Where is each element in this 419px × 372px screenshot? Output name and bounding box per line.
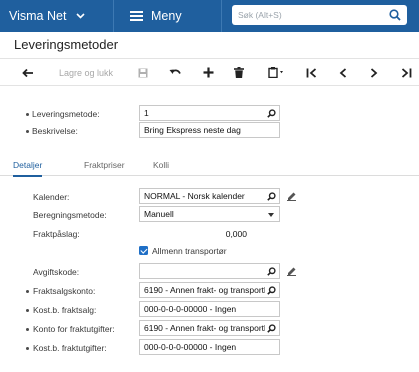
clipboard-icon [268, 67, 283, 78]
floppy-icon [138, 68, 148, 77]
tab-detaljer[interactable]: Detaljer [13, 158, 43, 177]
brand-label: Visma Net [9, 9, 67, 23]
previous-record-button[interactable] [333, 59, 353, 86]
first-record-button[interactable] [301, 59, 321, 86]
lookup-search-icon[interactable] [267, 286, 276, 297]
next-record-button[interactable] [364, 59, 384, 86]
menu-label: Meny [151, 9, 182, 23]
required-marker [26, 290, 29, 293]
last-record-icon [401, 67, 411, 78]
beskrivelse-field[interactable]: Bring Ekspress neste dag [139, 122, 280, 138]
global-search [232, 5, 407, 25]
last-record-button[interactable] [396, 59, 416, 86]
fraktpaslag-value[interactable]: 0,000 [200, 229, 247, 239]
kalender-value: NORMAL - Norsk kalender [144, 191, 245, 201]
chevron-down-icon [76, 10, 86, 22]
beskrivelse-value: Bring Ekspress neste dag [144, 125, 241, 135]
next-record-icon [370, 67, 378, 78]
lookup-search-icon[interactable] [267, 192, 276, 203]
search-icon[interactable] [389, 9, 401, 23]
konto-fraktutgifter-field[interactable]: 6190 - Annen frakt- og transportk [139, 320, 280, 336]
add-button[interactable] [198, 59, 218, 86]
lookup-search-icon[interactable] [267, 324, 276, 335]
dropdown-caret-icon [268, 213, 274, 217]
delete-button[interactable] [229, 59, 249, 86]
allmenn-transportor-label: Allmenn transportør [152, 246, 227, 256]
fraktsalgskonto-value: 6190 - Annen frakt- og transportk [144, 285, 265, 295]
allmenn-transportor-checkbox[interactable] [139, 246, 148, 255]
edit-pencil-icon[interactable] [286, 266, 297, 278]
kostb-fraktsalg-field[interactable]: 000-0-0-0-00000 - Ingen [139, 301, 280, 317]
first-record-icon [306, 67, 316, 78]
required-marker [26, 130, 29, 133]
beregningsmetode-select[interactable]: Manuell [139, 206, 280, 222]
kostb-fraktutgifter-field[interactable]: 000-0-0-0-00000 - Ingen [139, 339, 280, 355]
lookup-search-icon[interactable] [267, 109, 276, 120]
leveringsmetode-value: 1 [144, 108, 149, 118]
hamburger-icon [130, 11, 143, 21]
kostb-fraktutgifter-value: 000-0-0-0-00000 - Ingen [144, 342, 237, 352]
edit-pencil-icon[interactable] [286, 191, 297, 203]
lookup-search-icon[interactable] [267, 267, 276, 278]
company-switcher[interactable]: Visma Net [0, 0, 114, 32]
previous-record-icon [339, 67, 347, 78]
kostb-fraktsalg-label: Kost.b. fraktsalg: [33, 305, 97, 315]
undo-button[interactable] [165, 59, 185, 86]
fraktpaslag-label: Fraktpåslag: [33, 229, 80, 239]
kalender-label: Kalender: [33, 192, 70, 202]
page-title: Leveringsmetoder [14, 37, 119, 52]
trash-icon [234, 67, 244, 78]
beskrivelse-label: Beskrivelse: [32, 126, 78, 136]
required-marker [26, 347, 29, 350]
top-bar: Visma Net Meny [0, 0, 419, 32]
copy-paste-menu-button[interactable] [263, 59, 291, 86]
search-input[interactable] [238, 10, 378, 20]
kostb-fraktutgifter-label: Kost.b. fraktutgifter: [33, 343, 107, 353]
back-button[interactable] [18, 59, 38, 86]
beregningsmetode-value: Manuell [144, 209, 174, 219]
required-marker [26, 113, 29, 116]
save-button[interactable] [133, 59, 153, 86]
leveringsmetode-field[interactable]: 1 [139, 105, 280, 121]
plus-icon [203, 67, 213, 78]
konto-fraktutgifter-value: 6190 - Annen frakt- og transportk [144, 323, 265, 333]
kostb-fraktsalg-value: 000-0-0-0-00000 - Ingen [144, 304, 237, 314]
leveringsmetode-label: Leveringsmetode: [32, 109, 100, 119]
tab-fraktpriser[interactable]: Fraktpriser [84, 158, 125, 176]
avgiftskode-field[interactable] [139, 263, 280, 279]
konto-fraktutgifter-label: Konto for fraktutgifter: [33, 324, 115, 334]
tab-kolli[interactable]: Kolli [153, 158, 169, 176]
required-marker [26, 328, 29, 331]
main-menu-button[interactable]: Meny [114, 0, 222, 32]
arrow-left-icon [22, 68, 33, 77]
avgiftskode-label: Avgiftskode: [33, 267, 80, 277]
undo-icon [169, 68, 181, 74]
tab-bar: Detaljer Fraktpriser Kolli [0, 158, 419, 177]
fraktsalgskonto-label: Fraktsalgskonto: [33, 286, 96, 296]
fraktsalgskonto-field[interactable]: 6190 - Annen frakt- og transportk [139, 282, 280, 298]
toolbar: Lagre og lukk [0, 58, 419, 86]
kalender-field[interactable]: NORMAL - Norsk kalender [139, 188, 280, 204]
beregningsmetode-label: Beregningsmetode: [33, 210, 107, 220]
required-marker [26, 309, 29, 312]
save-and-close-button[interactable]: Lagre og lukk [50, 59, 122, 86]
